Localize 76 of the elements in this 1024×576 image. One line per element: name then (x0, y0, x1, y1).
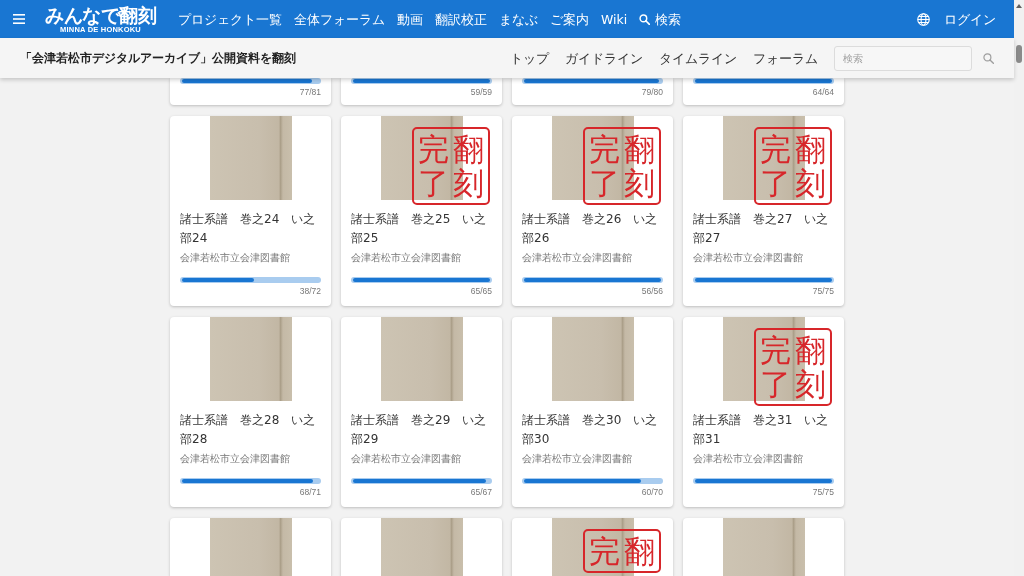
nav-link[interactable]: 翻訳校正 (435, 10, 487, 28)
document-title: 諸士系譜 巻之30 い之部30 (522, 412, 659, 448)
page-count: 56/56 (640, 286, 663, 297)
document-card[interactable]: 59/59 (341, 78, 502, 105)
nav-link[interactable]: 全体フォーラム (294, 10, 385, 28)
stamp-text: 翻刻 (624, 132, 655, 201)
document-card[interactable]: 64/64 (683, 78, 844, 105)
nav-link[interactable]: プロジェクト一覧 (178, 10, 282, 28)
document-title: 諸士系譜 巻之27 い之部27 (693, 211, 830, 247)
search-icon[interactable] (983, 52, 994, 64)
search-field[interactable]: 検索 (834, 45, 972, 71)
document-card[interactable]: 諸士系譜 巻之30 い之部30 会津若松市立会津図書館 60/70 (512, 317, 673, 507)
stamp-text: 翻刻 (453, 132, 484, 201)
document-card[interactable]: 完翻 (512, 518, 673, 576)
library-name: 会津若松市立会津図書館 (180, 452, 291, 466)
document-card[interactable]: 諸士系譜 巻之29 い之部29 会津若松市立会津図書館 65/67 (341, 317, 502, 507)
project-nav-link[interactable]: タイムライン (659, 49, 737, 67)
document-card[interactable] (341, 518, 502, 576)
project-nav-link[interactable]: ガイドライン (565, 49, 643, 67)
document-title: 諸士系譜 巻之24 い之部24 (180, 211, 317, 247)
document-title: 諸士系譜 巻之28 い之部28 (180, 412, 317, 448)
page-count: 64/64 (811, 87, 834, 98)
nav-link[interactable]: Wiki (601, 10, 628, 28)
nav-link[interactable]: ご案内 (550, 10, 589, 28)
project-nav-link[interactable]: フォーラム (753, 49, 818, 67)
document-card[interactable]: 完了 翻刻 諸士系譜 巻之27 い之部27 会津若松市立会津図書館 75/75 (683, 116, 844, 306)
page-count: 65/67 (469, 487, 492, 498)
scrollbar-thumb[interactable] (1016, 45, 1022, 63)
login-link[interactable]: ログイン (944, 10, 996, 28)
document-title: 諸士系譜 巻之25 い之部25 (351, 211, 488, 247)
nav-link[interactable]: まなぶ (499, 10, 538, 28)
library-name: 会津若松市立会津図書館 (351, 251, 462, 265)
nav-link[interactable]: 動画 (397, 10, 423, 28)
search-icon (639, 13, 651, 25)
page-count: 68/71 (298, 487, 321, 498)
page-count: 75/75 (811, 487, 834, 498)
document-card[interactable]: 諸士系譜 巻之24 い之部24 会津若松市立会津図書館 38/72 (170, 116, 331, 306)
page-count: 59/59 (469, 87, 492, 98)
stamp-text: 完 (589, 534, 620, 569)
document-title: 諸士系譜 巻之31 い之部31 (693, 412, 830, 448)
document-card[interactable]: 79/80 (512, 78, 673, 105)
document-card[interactable]: 完了 翻刻 諸士系譜 巻之25 い之部25 会津若松市立会津図書館 65/65 (341, 116, 502, 306)
library-name: 会津若松市立会津図書館 (693, 452, 804, 466)
stamp-text: 翻刻 (795, 333, 826, 402)
stamp-text: 翻 (624, 534, 655, 569)
page-count: 75/75 (811, 286, 834, 297)
stamp-text: 翻刻 (795, 132, 826, 201)
search-link[interactable]: 検索 (639, 10, 682, 28)
logo-text[interactable]: みんなで翻刻 (45, 4, 156, 25)
document-card[interactable] (683, 518, 844, 576)
stamp-text: 完了 (760, 333, 791, 402)
menu-icon[interactable] (13, 14, 25, 24)
document-card[interactable]: 完了 翻刻 諸士系譜 巻之31 い之部31 会津若松市立会津図書館 75/75 (683, 317, 844, 507)
stamp-text: 完了 (418, 132, 449, 201)
project-title: 「会津若松市デジタルアーカイブ」公開資料を翻刻 (20, 50, 296, 66)
library-name: 会津若松市立会津図書館 (522, 251, 633, 265)
document-title: 諸士系譜 巻之26 い之部26 (522, 211, 659, 247)
scroll-up-icon[interactable] (1016, 4, 1022, 8)
document-card[interactable] (170, 518, 331, 576)
page-count: 79/80 (640, 87, 663, 98)
library-name: 会津若松市立会津図書館 (180, 251, 291, 265)
document-title: 諸士系譜 巻之29 い之部29 (351, 412, 488, 448)
page-count: 60/70 (640, 487, 663, 498)
page-count: 77/81 (298, 87, 321, 98)
globe-icon[interactable] (917, 12, 930, 26)
stamp-text: 完了 (589, 132, 620, 201)
document-card[interactable]: 諸士系譜 巻之28 い之部28 会津若松市立会津図書館 68/71 (170, 317, 331, 507)
library-name: 会津若松市立会津図書館 (351, 452, 462, 466)
document-card[interactable]: 完了 翻刻 諸士系譜 巻之26 い之部26 会津若松市立会津図書館 56/56 (512, 116, 673, 306)
document-card[interactable]: 77/81 (170, 78, 331, 105)
project-nav-link[interactable]: トップ (510, 49, 549, 67)
page-count: 38/72 (298, 286, 321, 297)
library-name: 会津若松市立会津図書館 (522, 452, 633, 466)
stamp-text: 完了 (760, 132, 791, 201)
library-name: 会津若松市立会津図書館 (693, 251, 804, 265)
page-count: 65/65 (469, 286, 492, 297)
